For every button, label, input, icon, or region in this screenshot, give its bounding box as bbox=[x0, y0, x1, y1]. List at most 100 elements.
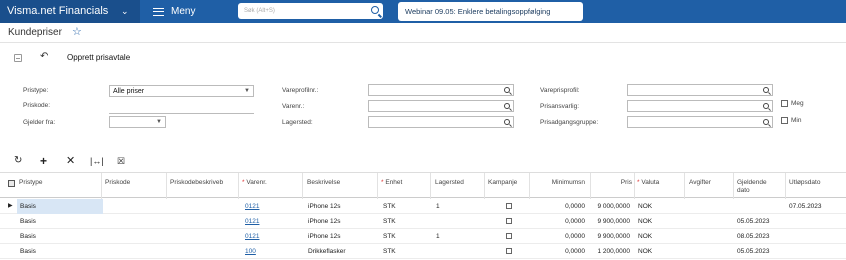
col-valuta-label: Valuta bbox=[641, 179, 660, 186]
cell-enhet: STK bbox=[383, 248, 396, 255]
col-enhet[interactable]: * Enhet bbox=[381, 179, 402, 187]
col-varenr[interactable]: * Varenr. bbox=[242, 179, 267, 187]
kampanje-checkbox[interactable] bbox=[506, 203, 512, 209]
chevron-down-icon: ▼ bbox=[156, 119, 162, 125]
cell-pristype[interactable]: Basis bbox=[20, 214, 36, 229]
search-icon[interactable] bbox=[763, 87, 769, 93]
search-icon[interactable] bbox=[504, 103, 510, 109]
varenr-label: Varenr.: bbox=[282, 103, 305, 110]
col-priskodebeskrivelse[interactable]: Priskodebeskriveb bbox=[170, 179, 223, 187]
fit-columns-icon[interactable]: |↔| bbox=[90, 153, 104, 169]
priskode-field[interactable] bbox=[109, 113, 254, 114]
cell-valuta: NOK bbox=[638, 248, 653, 255]
undo-icon[interactable]: ↶ bbox=[40, 51, 48, 62]
cell-minimumsn: 0,0000 bbox=[565, 233, 585, 240]
search-icon[interactable] bbox=[763, 119, 769, 125]
col-kampanje[interactable]: Kampanje bbox=[488, 179, 517, 187]
create-price-agreement-button[interactable]: Opprett prisavtale bbox=[67, 53, 130, 62]
col-divider bbox=[430, 173, 431, 199]
row-selected-icon: ▶ bbox=[8, 203, 13, 209]
cell-pris: 9 000,0000 bbox=[597, 203, 630, 210]
col-pristype[interactable]: Pristype bbox=[19, 179, 42, 187]
col-gjeldende-dato[interactable]: Gjeldende dato bbox=[737, 179, 777, 195]
pristype-label: Pristype: bbox=[23, 87, 49, 94]
lagersted-input[interactable] bbox=[368, 116, 514, 128]
min-checkbox[interactable] bbox=[781, 117, 788, 124]
prisansvarlig-label: Prisansvarlig: bbox=[540, 103, 580, 110]
save-icon[interactable] bbox=[14, 54, 22, 62]
cell-minimumsn: 0,0000 bbox=[565, 203, 585, 210]
brand-switcher[interactable]: Visma.net Financials ⌄ bbox=[0, 0, 140, 23]
pristype-value: Alle priser bbox=[113, 88, 145, 95]
kampanje-checkbox[interactable] bbox=[506, 233, 512, 239]
meg-checkbox[interactable] bbox=[781, 100, 788, 107]
search-icon[interactable] bbox=[763, 103, 769, 109]
meg-label: Meg bbox=[791, 100, 804, 107]
col-divider bbox=[302, 173, 303, 199]
col-pris[interactable]: Pris bbox=[594, 179, 632, 187]
col-utlopsdato[interactable]: Utløpsdato bbox=[789, 179, 820, 187]
cell-pristype[interactable]: Basis bbox=[17, 199, 103, 214]
col-divider bbox=[238, 173, 239, 199]
col-avgifter[interactable]: Avgifter bbox=[689, 179, 711, 187]
table-row[interactable]: Basis 0121 iPhone 12s STK 0,0000 9 900,0… bbox=[0, 214, 846, 229]
pristype-select[interactable]: Alle priser ▼ bbox=[109, 85, 254, 97]
cell-beskrivelse: iPhone 12s bbox=[308, 218, 341, 225]
webinar-banner[interactable]: Webinar 09.05: Enklere betalingsoppfølgi… bbox=[398, 2, 583, 21]
col-priskode[interactable]: Priskode bbox=[105, 179, 130, 187]
priskode-label: Priskode: bbox=[23, 102, 51, 109]
prisadgangsgruppe-input[interactable] bbox=[627, 116, 773, 128]
col-minimumsn[interactable]: Minimumsn bbox=[533, 179, 585, 187]
delete-icon[interactable]: ✕ bbox=[66, 153, 75, 169]
table-row[interactable]: ▶ Basis 0121 iPhone 12s STK 1 0,0000 9 0… bbox=[0, 199, 846, 214]
gjelder-fra-date[interactable]: ▼ bbox=[109, 116, 166, 128]
lagersted-label: Lagersted: bbox=[282, 119, 313, 126]
cell-pristype[interactable]: Basis bbox=[20, 244, 36, 259]
cell-varenr-link[interactable]: 0121 bbox=[245, 199, 259, 214]
kampanje-checkbox[interactable] bbox=[506, 218, 512, 224]
menu-button[interactable]: Meny bbox=[146, 0, 195, 23]
refresh-icon[interactable]: ↻ bbox=[14, 153, 22, 169]
col-divider bbox=[684, 173, 685, 199]
col-lagersted[interactable]: Lagersted bbox=[435, 179, 464, 187]
varenr-input[interactable] bbox=[368, 100, 514, 112]
table-row[interactable]: Basis 0121 iPhone 12s STK 1 0,0000 9 900… bbox=[0, 229, 846, 244]
cell-valuta: NOK bbox=[638, 203, 653, 210]
cell-varenr-link[interactable]: 0121 bbox=[245, 214, 259, 229]
col-beskrivelse[interactable]: Beskrivelse bbox=[307, 179, 340, 187]
col-divider bbox=[785, 173, 786, 199]
cell-pristype[interactable]: Basis bbox=[20, 229, 36, 244]
cell-gjeldende-dato: 05.05.2023 bbox=[737, 248, 770, 255]
title-bar: Kundepriser ☆ bbox=[0, 23, 846, 43]
col-divider bbox=[529, 173, 530, 199]
cell-beskrivelse: iPhone 12s bbox=[308, 203, 341, 210]
search-icon[interactable] bbox=[504, 87, 510, 93]
cell-beskrivelse: Drikkeflasker bbox=[308, 248, 346, 255]
search-input[interactable]: Søk (Alt+S) bbox=[238, 3, 383, 19]
favorite-star-icon[interactable]: ☆ bbox=[72, 25, 82, 38]
col-divider bbox=[377, 173, 378, 199]
column-settings-icon[interactable] bbox=[8, 180, 15, 187]
cell-valuta: NOK bbox=[638, 218, 653, 225]
col-divider bbox=[590, 173, 591, 199]
search-icon[interactable] bbox=[504, 119, 510, 125]
prisadgangsgruppe-label: Prisadgangsgruppe: bbox=[540, 119, 599, 126]
vareprisprofil-input[interactable] bbox=[627, 84, 773, 96]
vareprisprofil-label: Vareprisprofil: bbox=[540, 87, 580, 94]
vareprofilnr-input[interactable] bbox=[368, 84, 514, 96]
col-valuta[interactable]: * Valuta bbox=[637, 179, 659, 187]
chevron-down-icon: ▼ bbox=[244, 88, 250, 94]
cell-lagersted: 1 bbox=[436, 233, 440, 240]
search-icon[interactable] bbox=[371, 6, 379, 14]
col-divider bbox=[484, 173, 485, 199]
kampanje-checkbox[interactable] bbox=[506, 248, 512, 254]
cell-varenr-link[interactable]: 0121 bbox=[245, 229, 259, 244]
cell-enhet: STK bbox=[383, 203, 396, 210]
table-row[interactable]: Basis 100 Drikkeflasker STK 0,0000 1 200… bbox=[0, 244, 846, 259]
add-icon[interactable]: + bbox=[40, 153, 47, 169]
cell-utlopsdato: 07.05.2023 bbox=[789, 203, 822, 210]
filter-panel: Pristype: Alle priser ▼ Priskode: Gjelde… bbox=[0, 80, 846, 140]
export-excel-icon[interactable]: ☒ bbox=[117, 153, 125, 169]
cell-varenr-link[interactable]: 100 bbox=[245, 244, 256, 259]
prisansvarlig-input[interactable] bbox=[627, 100, 773, 112]
